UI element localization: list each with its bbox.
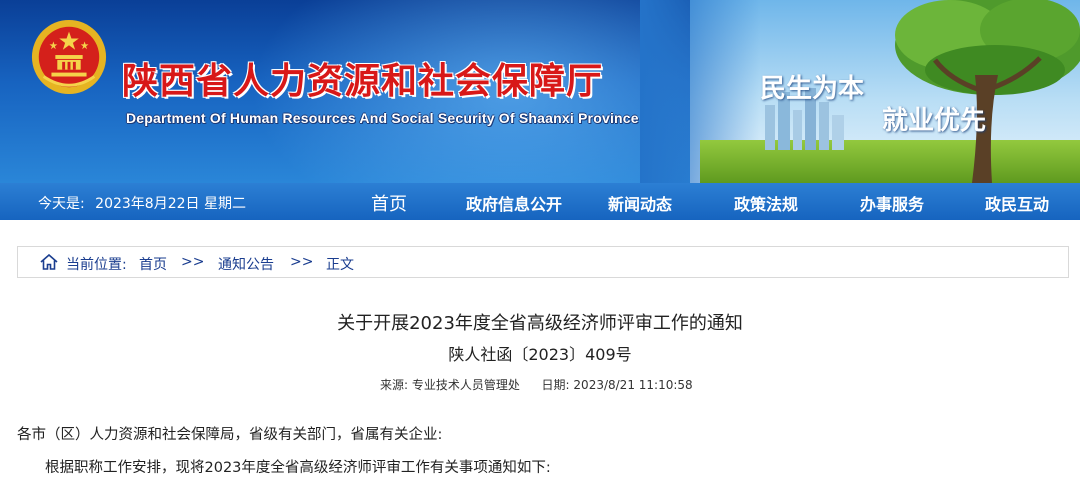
breadcrumb-label: 当前位置: [66, 257, 127, 273]
tree-illustration [895, 0, 1080, 183]
home-icon [40, 254, 58, 270]
document-number: 陕人社函〔2023〕409号 [448, 345, 632, 364]
site-banner: 陕西省人力资源和社会保障厅 Department Of Human Resour… [0, 0, 1080, 183]
site-title-english: Department Of Human Resources And Social… [126, 110, 639, 126]
current-date: 今天是: 2023年8月22日 星期二 [38, 193, 252, 213]
breadcrumb-separator: >> [181, 254, 205, 270]
date-value: 2023年8月22日 星期二 [95, 196, 246, 212]
national-emblem-icon [31, 19, 107, 95]
nav-item-gov-info[interactable]: 政府信息公开 [466, 191, 562, 215]
nav-item-services[interactable]: 办事服务 [860, 191, 924, 215]
date-label: 今天是: [38, 196, 85, 212]
slogan-line-1: 民生为本 [760, 74, 865, 104]
breadcrumb-separator: >> [290, 254, 314, 270]
publish-date: 2023/8/21 11:10:58 [573, 378, 693, 392]
date-label: 日期: [541, 378, 570, 392]
site-title: 陕西省人力资源和社会保障厅 [122, 60, 604, 102]
nav-item-home[interactable]: 首页 [371, 190, 407, 216]
breadcrumb-current: 正文 [326, 257, 354, 273]
article-title: 关于开展2023年度全省高级经济师评审工作的通知 [337, 313, 743, 334]
breadcrumb: 当前位置: 首页 >> 通知公告 >> 正文 [17, 246, 1069, 278]
body-paragraph: 根据职称工作安排，现将2023年度全省高级经济师评审工作有关事项通知如下: [45, 460, 551, 476]
main-nav: 今天是: 2023年8月22日 星期二 首页 政府信息公开 新闻动态 政策法规 … [0, 183, 1080, 220]
breadcrumb-notices-link[interactable]: 通知公告 [218, 254, 274, 274]
source-label: 来源: [380, 378, 409, 392]
nav-item-policy[interactable]: 政策法规 [734, 191, 798, 215]
salutation: 各市（区）人力资源和社会保障局，省级有关部门，省属有关企业: [17, 427, 443, 443]
source-value: 专业技术人员管理处 [411, 378, 520, 392]
breadcrumb-home-link[interactable]: 首页 [139, 254, 167, 274]
nav-item-news[interactable]: 新闻动态 [608, 191, 672, 215]
article-meta: 来源: 专业技术人员管理处 日期: 2023/8/21 11:10:58 [380, 376, 693, 393]
slogan-line-2: 就业优先 [882, 106, 987, 136]
nav-item-interaction[interactable]: 政民互动 [985, 191, 1049, 215]
